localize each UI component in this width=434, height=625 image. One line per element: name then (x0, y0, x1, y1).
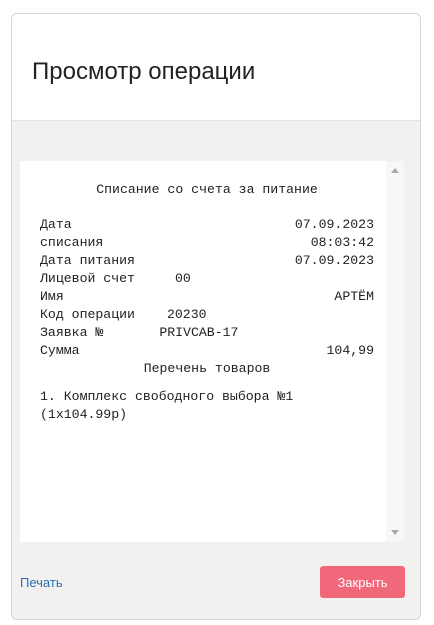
row-value: 07.09.2023 (294, 253, 374, 268)
receipt-row-request: Заявка № PRIVCAB-17 (40, 324, 374, 342)
row-label: Дата (40, 217, 72, 232)
row-value: АРТЁМ (334, 289, 374, 304)
row-label: Лицевой счет (40, 271, 135, 286)
modal-header: Просмотр операции (12, 14, 420, 121)
receipt-row-sum: Сумма 104,99 (40, 342, 374, 360)
row-value: 00 (174, 271, 191, 286)
receipt-row-account: Лицевой счет 00 (40, 270, 374, 288)
goods-item: 1. Комплекс свободного выбора №1 (1x104.… (40, 389, 294, 422)
row-value: 104,99 (326, 343, 374, 358)
receipt-row-date: Дата 07.09.2023 (40, 216, 374, 234)
row-value: 08:03:42 (310, 235, 374, 250)
row-label: Дата питания (40, 253, 135, 268)
receipt: Списание со счета за питание Дата 07.09.… (20, 161, 386, 542)
receipt-row-time: списания 08:03:42 (40, 234, 374, 252)
print-link[interactable]: Печать (20, 575, 63, 590)
receipt-frame[interactable]: Списание со счета за питание Дата 07.09.… (20, 161, 404, 542)
row-label: Заявка № (40, 325, 104, 340)
row-label: Сумма (40, 343, 80, 358)
row-label: Имя (40, 289, 64, 304)
receipt-row-meal-date: Дата питания 07.09.2023 (40, 252, 374, 270)
receipt-heading: Списание со счета за питание (96, 182, 318, 197)
row-label: Код операции (40, 307, 135, 322)
row-value: PRIVCAB-17 (159, 325, 239, 340)
row-value: 20230 (166, 307, 207, 322)
scroll-up-arrow-icon[interactable] (391, 168, 399, 173)
close-button[interactable]: Закрыть (320, 566, 405, 598)
receipt-scrollbar[interactable] (386, 161, 404, 542)
goods-heading: Перечень товаров (143, 361, 271, 376)
scroll-down-arrow-icon[interactable] (391, 530, 399, 535)
modal-title: Просмотр операции (32, 58, 256, 85)
receipt-row-name: Имя АРТЁМ (40, 288, 374, 306)
row-label: списания (40, 235, 104, 250)
receipt-row-operation-code: Код операции 20230 (40, 306, 374, 324)
row-value: 07.09.2023 (294, 217, 374, 232)
